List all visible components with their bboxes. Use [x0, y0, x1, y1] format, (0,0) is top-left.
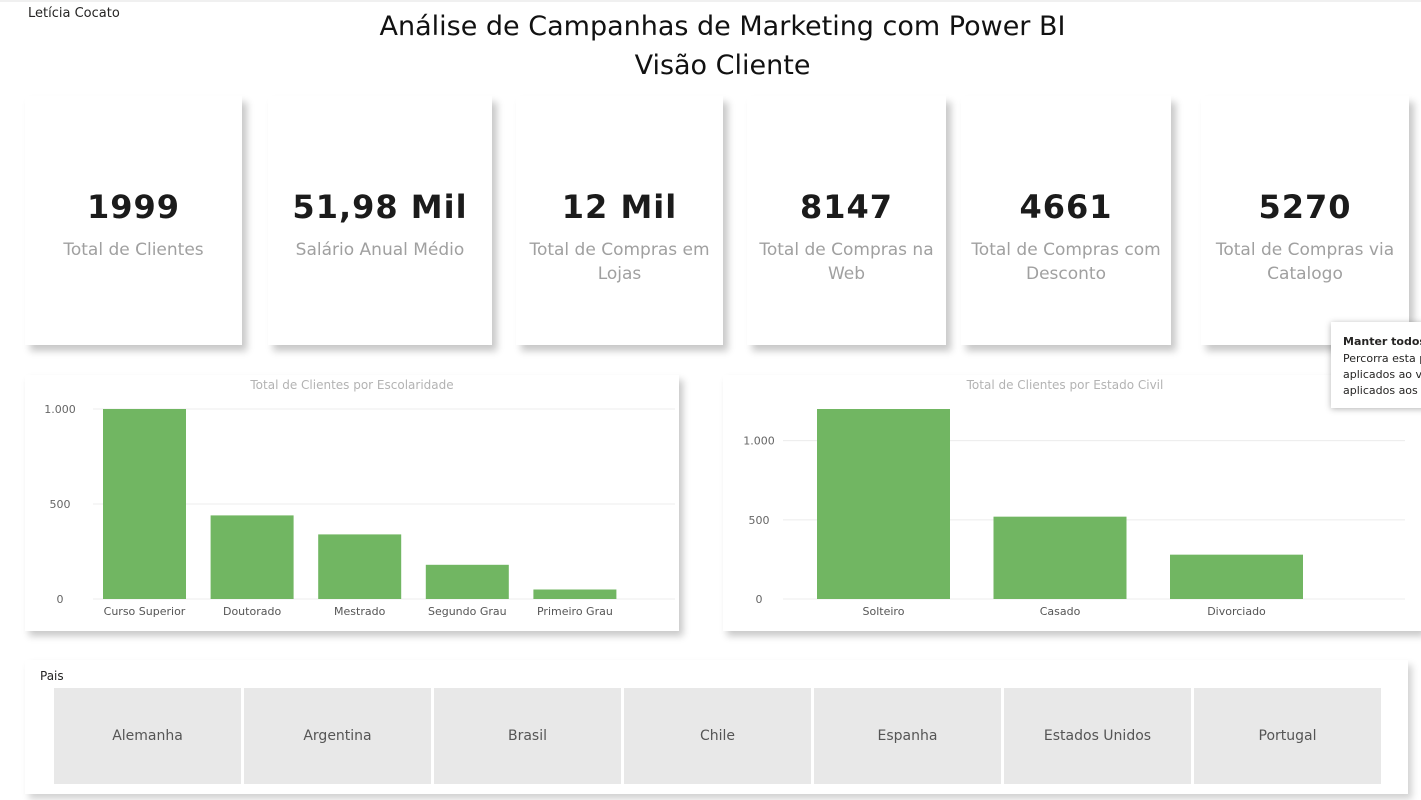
kpi-card-total-clientes[interactable]: 1999 Total de Clientes	[25, 96, 242, 345]
kpi-label: Total de Compras via Catalogo	[1215, 240, 1395, 284]
kpi-label: Total de Clientes	[63, 240, 204, 260]
chart-escolaridade[interactable]: Total de Clientes por Escolaridade 0 500 1.…	[25, 375, 679, 631]
kpi-card-compras-catalogo[interactable]: 5270 Total de Compras via Catalogo	[1201, 96, 1409, 345]
tooltip-heading: Manter todos	[1343, 335, 1421, 348]
slicer-option-argentina[interactable]: Argentina	[244, 688, 431, 784]
kpi-value: 8147	[799, 188, 894, 226]
chart-estado-civil-svg: Total de Clientes por Estado Civil 0 500 1.…	[743, 378, 1405, 618]
kpi-value: 51,98 Mil	[292, 188, 468, 226]
x-category-label: Segundo Grau	[428, 605, 507, 618]
bar[interactable]	[103, 409, 186, 599]
chart-escolaridade-svg: Total de Clientes por Escolaridade 0 500 1.…	[44, 378, 675, 618]
chart-estado-civil[interactable]: Total de Clientes por Estado Civil 0 500 1.…	[723, 375, 1421, 631]
kpi-card-salario-anual[interactable]: 51,98 Mil Salário Anual Médio	[268, 96, 492, 345]
report-subtitle: Visão Cliente	[634, 50, 811, 81]
x-category-label: Divorciado	[1207, 605, 1266, 618]
slicer-label: Pais	[40, 669, 64, 683]
kpi-label: Total de Compras na Web	[759, 240, 934, 284]
bar[interactable]	[993, 516, 1127, 599]
country-slicer: Pais Alemanha Argentina Brasil Chile Esp…	[25, 660, 1408, 794]
report-title: Análise de Campanhas de Marketing com Po…	[379, 11, 1066, 42]
kpi-label: Total de Compras em Lojas	[529, 240, 710, 284]
tooltip-line: aplicados ao vi	[1343, 368, 1421, 381]
bar[interactable]	[1170, 554, 1303, 599]
y-tick-label: 1.000	[743, 435, 775, 448]
bar[interactable]	[318, 534, 402, 599]
tooltip-line: Percorra esta p	[1343, 352, 1421, 365]
bar[interactable]	[210, 515, 294, 599]
kpi-card-compras-lojas[interactable]: 12 Mil Total de Compras em Lojas	[516, 96, 723, 345]
kpi-value: 5270	[1258, 188, 1352, 226]
slicer-option-estados-unidos[interactable]: Estados Unidos	[1004, 688, 1191, 784]
slicer-option-alemanha[interactable]: Alemanha	[54, 688, 241, 784]
report-page: Letícia Cocato Análise de Campanhas de M…	[0, 0, 1421, 800]
bar[interactable]	[533, 589, 617, 600]
slicer-option-chile[interactable]: Chile	[624, 688, 811, 784]
kpi-value: 1999	[86, 188, 181, 226]
slicer-option-brasil[interactable]: Brasil	[434, 688, 621, 784]
x-category-label: Solteiro	[863, 605, 905, 618]
y-tick-label: 0	[57, 593, 64, 606]
x-category-label: Casado	[1040, 605, 1081, 618]
bar[interactable]	[425, 564, 509, 599]
x-category-label: Primeiro Grau	[537, 605, 613, 618]
kpi-label: Salário Anual Médio	[295, 240, 465, 260]
slicer-option-portugal[interactable]: Portugal	[1194, 688, 1381, 784]
kpi-value: 12 Mil	[561, 188, 678, 226]
slicer-option-espanha[interactable]: Espanha	[814, 688, 1001, 784]
chart-title: Total de Clientes por Escolaridade	[249, 378, 453, 392]
x-category-label: Curso Superior	[104, 605, 186, 618]
x-category-label: Doutorado	[223, 605, 281, 618]
top-border	[0, 0, 1421, 2]
visual-tooltip: Manter todos Percorra esta p aplicados a…	[1331, 322, 1421, 408]
bar[interactable]	[817, 409, 950, 599]
y-tick-label: 0	[756, 593, 763, 606]
x-category-label: Mestrado	[334, 605, 386, 618]
tooltip-line: aplicados aos c	[1343, 384, 1421, 397]
kpi-label: Total de Compras com Desconto	[971, 240, 1161, 284]
y-tick-label: 1.000	[44, 403, 76, 416]
y-tick-label: 500	[50, 498, 71, 511]
kpi-value: 4661	[1019, 188, 1113, 226]
tooltip-body: Percorra esta p aplicados ao vi aplicado…	[1343, 351, 1421, 399]
kpi-card-compras-web[interactable]: 8147 Total de Compras na Web	[747, 96, 946, 345]
chart-title: Total de Clientes por Estado Civil	[966, 378, 1164, 392]
y-tick-label: 500	[749, 514, 770, 527]
kpi-card-compras-desconto[interactable]: 4661 Total de Compras com Desconto	[961, 96, 1171, 345]
